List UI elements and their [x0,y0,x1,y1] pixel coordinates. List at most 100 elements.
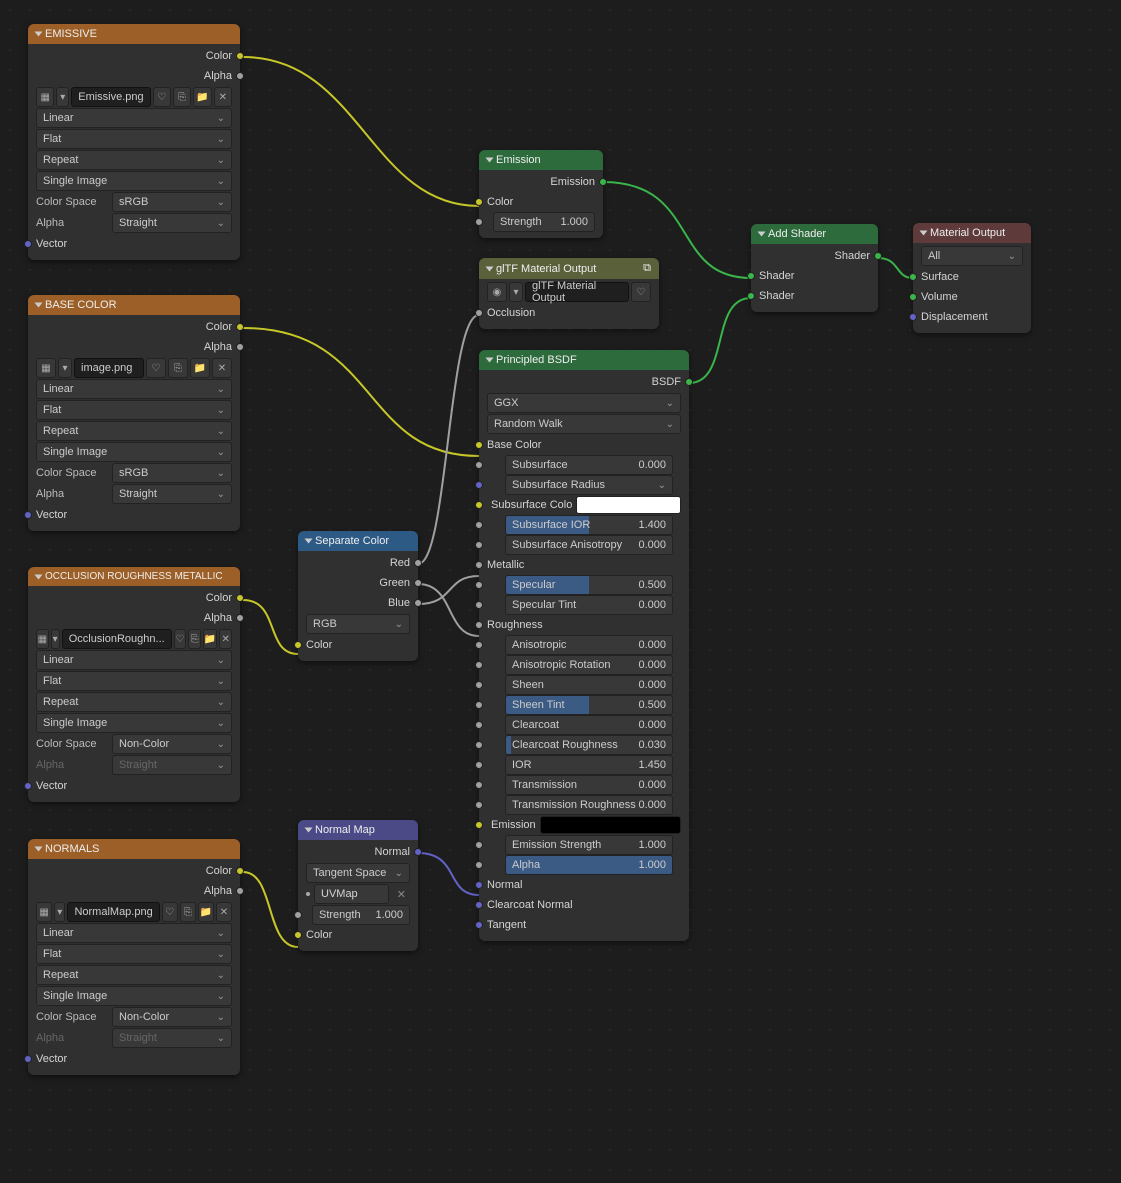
unlink-image-icon[interactable]: ✕ [219,629,232,649]
socket-shader-in-1[interactable]: Shader [751,266,878,286]
fake-user-icon[interactable]: ♡ [146,358,166,378]
subsurface-color[interactable]: Subsurface Colo [479,495,689,515]
specular-slider[interactable]: Specular0.500 [479,575,689,595]
image-name-field[interactable]: NormalMap.png [67,902,159,922]
clear-icon[interactable]: ✕ [393,888,410,901]
interpolation-select[interactable]: Linear⌄ [36,923,232,943]
interpolation-select[interactable]: Linear⌄ [36,108,232,128]
dropdown-icon[interactable]: ▾ [54,902,65,922]
alpha-mode-select[interactable]: Straight⌄ [112,213,232,233]
socket-alpha-out[interactable]: Alpha [28,66,240,86]
node-orm[interactable]: OCCLUSION ROUGHNESS METALLIC Color Alpha… [28,567,240,802]
socket-vector-in[interactable]: Vector [28,505,240,525]
colorspace-select[interactable]: sRGB⌄ [112,192,232,212]
extension-select[interactable]: Repeat⌄ [36,692,232,712]
socket-clearcoat-normal[interactable]: Clearcoat Normal [479,895,689,915]
socket-green-out[interactable]: Green [298,573,418,593]
open-image-icon[interactable]: 📁 [198,902,214,922]
interpolation-select[interactable]: Linear⌄ [36,379,232,399]
fake-user-icon[interactable]: ♡ [631,282,651,302]
alpha-slider[interactable]: Alpha1.000 [479,855,689,875]
source-select[interactable]: Single Image⌄ [36,171,232,191]
node-emissive[interactable]: EMISSIVE Color Alpha ▦ ▾ Emissive.png ♡ … [28,24,240,260]
clearcoat-rough-slider[interactable]: Clearcoat Roughness0.030 [479,735,689,755]
node-base-color[interactable]: BASE COLOR Color Alpha ▦▾ image.png ♡⎘📁✕… [28,295,240,531]
node-header[interactable]: EMISSIVE [28,24,240,44]
source-select[interactable]: Single Image⌄ [36,986,232,1006]
node-header[interactable]: Emission [479,150,603,170]
node-principled-bsdf[interactable]: Principled BSDF BSDF GGX⌄ Random Walk⌄ B… [479,350,689,941]
socket-alpha-out[interactable]: Alpha [28,337,240,357]
node-header[interactable]: Material Output [913,223,1031,243]
color-swatch[interactable] [540,816,681,834]
distribution-select[interactable]: GGX⌄ [487,393,681,413]
node-material-output[interactable]: Material Output All⌄ Surface Volume Disp… [913,223,1031,333]
subsurface-ior-slider[interactable]: Subsurface IOR1.400 [479,515,689,535]
node-header[interactable]: Principled BSDF [479,350,689,370]
dropdown-icon[interactable]: ▾ [51,629,60,649]
unlink-image-icon[interactable]: ✕ [212,358,232,378]
new-image-icon[interactable]: ⎘ [188,629,201,649]
sss-method-select[interactable]: Random Walk⌄ [487,414,681,434]
socket-color-in[interactable]: Color [298,925,418,945]
emission-color[interactable]: Emission [479,815,689,835]
open-image-icon[interactable]: 📁 [203,629,217,649]
dropdown-icon[interactable]: ▾ [509,282,523,302]
ior-slider[interactable]: IOR1.450 [479,755,689,775]
image-icon[interactable]: ▦ [36,358,56,378]
projection-select[interactable]: Flat⌄ [36,129,232,149]
node-gltf-output[interactable]: glTF Material Output⧉ ◉▾ glTF Material O… [479,258,659,329]
socket-shader-in-2[interactable]: Shader [751,286,878,306]
extension-select[interactable]: Repeat⌄ [36,150,232,170]
source-select[interactable]: Single Image⌄ [36,442,232,462]
image-icon[interactable]: ▦ [36,902,52,922]
socket-color-in[interactable]: Color [479,192,603,212]
extension-select[interactable]: Repeat⌄ [36,421,232,441]
anisotropic-slider[interactable]: Anisotropic0.000 [479,635,689,655]
socket-metallic[interactable]: Metallic [479,555,689,575]
node-separate-color[interactable]: Separate Color Red Green Blue RGB⌄ Color [298,531,418,661]
socket-vector-in[interactable]: Vector [28,1049,240,1069]
transmission-slider[interactable]: Transmission0.000 [479,775,689,795]
new-image-icon[interactable]: ⎘ [173,87,191,107]
open-image-icon[interactable]: 📁 [193,87,211,107]
group-name-field[interactable]: glTF Material Output [525,282,629,302]
image-name-field[interactable]: OcclusionRoughn... [62,629,172,649]
image-name-field[interactable]: Emissive.png [71,87,150,107]
node-header[interactable]: glTF Material Output⧉ [479,258,659,279]
dropdown-icon[interactable]: ▾ [56,87,69,107]
image-icon[interactable]: ▦ [36,87,54,107]
strength-slider[interactable]: Strength1.000 [298,905,418,925]
projection-select[interactable]: Flat⌄ [36,671,232,691]
socket-color-out[interactable]: Color [28,317,240,337]
nodetree-icon[interactable]: ◉ [487,282,507,302]
socket-occlusion-in[interactable]: Occlusion [479,303,659,323]
socket-bsdf-out[interactable]: BSDF [479,372,689,392]
socket-surface[interactable]: Surface [913,267,1031,287]
strength-slider[interactable]: Strength1.000 [479,212,603,232]
node-normal-map[interactable]: Normal Map Normal Tangent Space⌄ UVMap✕ … [298,820,418,951]
socket-normal[interactable]: Normal [479,875,689,895]
sheen-tint-slider[interactable]: Sheen Tint0.500 [479,695,689,715]
new-image-icon[interactable]: ⎘ [180,902,196,922]
anisotropic-rot-slider[interactable]: Anisotropic Rotation0.000 [479,655,689,675]
socket-shader-out[interactable]: Shader [751,246,878,266]
open-image-icon[interactable]: 📁 [190,358,210,378]
colorspace-select[interactable]: Non-Color⌄ [112,734,232,754]
socket-color-out[interactable]: Color [28,588,240,608]
interpolation-select[interactable]: Linear⌄ [36,650,232,670]
socket-blue-out[interactable]: Blue [298,593,418,613]
image-icon[interactable]: ▦ [36,629,49,649]
alpha-mode-select[interactable]: Straight⌄ [112,484,232,504]
socket-displacement[interactable]: Displacement [913,307,1031,327]
socket-alpha-out[interactable]: Alpha [28,608,240,628]
socket-color-out[interactable]: Color [28,861,240,881]
specular-tint-slider[interactable]: Specular Tint0.000 [479,595,689,615]
dropdown-icon[interactable]: ▾ [58,358,72,378]
socket-vector-in[interactable]: Vector [28,776,240,796]
unlink-image-icon[interactable]: ✕ [216,902,232,922]
socket-normal-out[interactable]: Normal [298,842,418,862]
mode-select[interactable]: RGB⌄ [306,614,410,634]
source-select[interactable]: Single Image⌄ [36,713,232,733]
socket-roughness[interactable]: Roughness [479,615,689,635]
